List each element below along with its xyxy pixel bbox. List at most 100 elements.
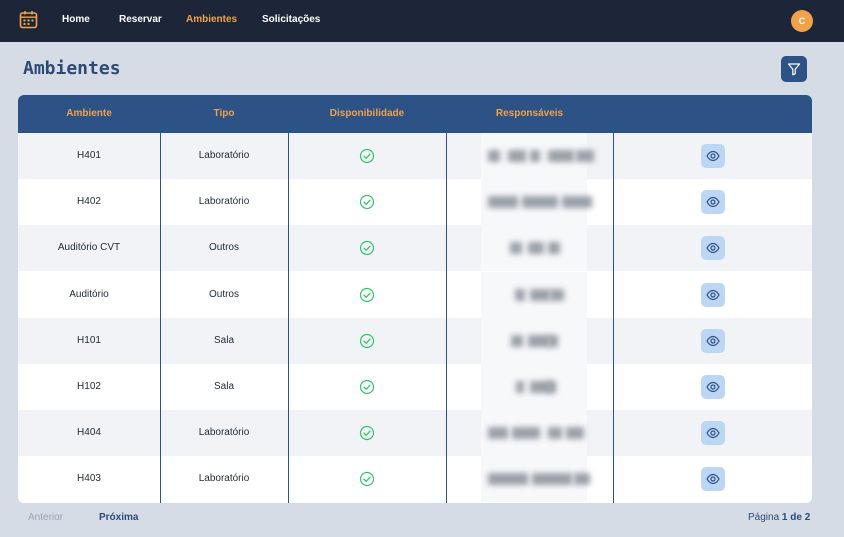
cell-ambiente: H101 [77, 334, 101, 346]
cell-responsaveis-redacted [481, 225, 587, 272]
redacted-blur [530, 150, 540, 162]
column-divider [613, 133, 614, 503]
table-row[interactable]: H402 Laboratório [18, 179, 812, 226]
redacted-blur [532, 473, 572, 486]
cell-responsaveis-redacted [481, 271, 587, 318]
cell-tipo: Outros [208, 242, 239, 254]
cell-ambiente: H102 [77, 381, 101, 392]
redacted-blur [508, 150, 526, 162]
redacted-blur [488, 473, 528, 486]
eye-icon [706, 474, 720, 485]
cell-responsaveis-redacted [481, 317, 587, 364]
available-check-icon [359, 379, 375, 395]
nav-reservar[interactable]: Reservar [119, 14, 162, 25]
redacted-blur [528, 334, 550, 347]
redacted-blur [488, 196, 518, 209]
redacted-blur [548, 242, 560, 255]
redacted-blur [516, 381, 524, 393]
col-header-actions [613, 95, 812, 133]
view-ambiente-button[interactable] [701, 282, 725, 307]
available-check-icon [359, 472, 375, 487]
redacted-blur [550, 288, 564, 301]
redacted-blur [548, 381, 556, 393]
redacted-blur [574, 473, 590, 486]
user-avatar[interactable]: C [791, 10, 813, 32]
redacted-blur [511, 334, 523, 347]
redacted-blur [548, 150, 574, 162]
view-ambiente-button[interactable] [701, 144, 725, 168]
redacted-blur [548, 427, 562, 440]
redacted-blur [522, 196, 558, 209]
cell-tipo: Laboratório [198, 150, 250, 161]
column-divider [446, 133, 447, 503]
available-check-icon [359, 241, 375, 256]
column-divider [288, 133, 289, 503]
cell-ambiente: Auditório CVT [57, 242, 121, 254]
nav-ambientes[interactable]: Ambientes [186, 14, 237, 25]
cell-ambiente: H401 [77, 150, 101, 161]
redacted-blur [515, 288, 525, 301]
cell-tipo: Outros [208, 288, 239, 300]
cell-tipo: Sala [213, 381, 234, 392]
eye-icon [706, 243, 720, 254]
nav-solicitacoes[interactable]: Solicitações [262, 14, 320, 25]
redacted-blur [488, 150, 500, 162]
view-ambiente-button[interactable] [701, 375, 725, 399]
column-divider [160, 133, 161, 503]
col-header-ambiente[interactable]: Ambiente [18, 95, 160, 133]
cell-responsaveis-redacted [481, 179, 592, 226]
top-navbar: Home Reservar Ambientes Solicitações C [0, 0, 844, 42]
ambientes-table: Ambiente Tipo Disponibilidade Responsáve… [18, 95, 812, 503]
filter-icon [787, 63, 801, 76]
cell-responsaveis-redacted [481, 456, 590, 503]
view-ambiente-button[interactable] [701, 190, 725, 215]
page-indicator: Página 1 de 2 [748, 512, 810, 523]
redacted-blur [512, 427, 540, 440]
col-header-tipo[interactable]: Tipo [160, 95, 288, 133]
cell-ambiente: H402 [77, 196, 101, 208]
cell-ambiente: Auditório [69, 288, 109, 300]
table-row[interactable]: H102 Sala [18, 364, 812, 410]
col-header-disponibilidade[interactable]: Disponibilidade [288, 95, 446, 133]
table-row[interactable]: H101 Sala [18, 317, 812, 364]
redacted-blur [530, 288, 550, 301]
cell-tipo: Laboratório [198, 473, 250, 485]
available-check-icon [359, 287, 375, 302]
page-indicator-prefix: Página [748, 512, 780, 523]
eye-icon [706, 150, 720, 162]
redacted-blur [566, 427, 584, 440]
eye-icon [706, 428, 720, 439]
cell-tipo: Sala [213, 334, 234, 346]
view-ambiente-button[interactable] [701, 467, 725, 492]
cell-responsaveis-redacted [481, 133, 594, 179]
view-ambiente-button[interactable] [701, 421, 725, 446]
calendar-icon[interactable] [19, 10, 38, 29]
page-title: Ambientes [23, 58, 121, 79]
redacted-blur [576, 150, 594, 162]
col-header-responsaveis[interactable]: Responsáveis [446, 95, 613, 133]
table-row[interactable]: Auditório Outros [18, 271, 812, 318]
pagination-previous[interactable]: Anterior [28, 512, 63, 523]
table-row[interactable]: H403 Laboratório [18, 456, 812, 503]
view-ambiente-button[interactable] [701, 236, 725, 261]
filter-button[interactable] [781, 56, 807, 82]
available-check-icon [359, 195, 375, 210]
redacted-blur [488, 427, 508, 440]
nav-home[interactable]: Home [62, 14, 90, 25]
pagination-next[interactable]: Próxima [99, 512, 138, 523]
redacted-blur [510, 242, 522, 255]
table-row[interactable]: H404 Laboratório [18, 410, 812, 457]
table-row[interactable]: Auditório CVT Outros [18, 225, 812, 272]
available-check-icon [359, 148, 375, 164]
table-row[interactable]: H401 Laboratório [18, 133, 812, 179]
redacted-blur [548, 334, 558, 347]
eye-icon [706, 197, 720, 208]
redacted-blur [562, 196, 592, 209]
available-check-icon [359, 333, 375, 348]
cell-tipo: Laboratório [198, 427, 250, 439]
table-header: Ambiente Tipo Disponibilidade Responsáve… [18, 95, 812, 133]
view-ambiente-button[interactable] [701, 328, 725, 353]
eye-icon [706, 289, 720, 300]
eye-icon [706, 335, 720, 346]
cell-tipo: Laboratório [198, 196, 250, 208]
